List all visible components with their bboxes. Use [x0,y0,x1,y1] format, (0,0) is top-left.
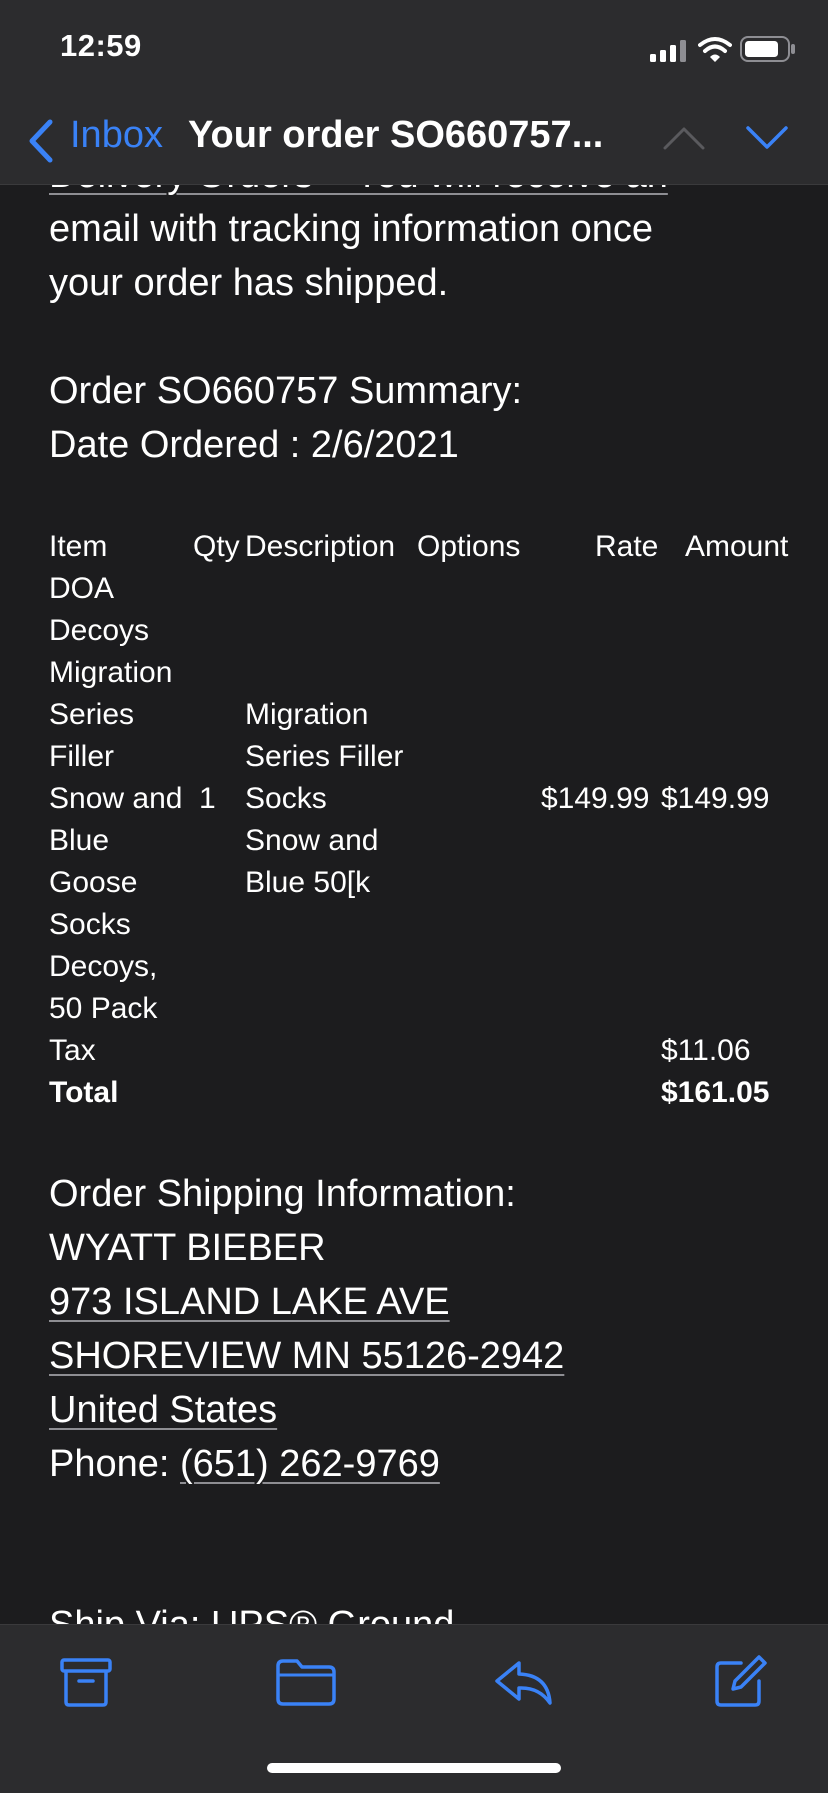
wifi-icon [698,36,732,67]
item-line: Goose [49,866,138,899]
item-line: Blue [49,824,110,857]
folder-icon [275,1657,337,1712]
compose-icon [711,1653,769,1716]
email-subject-title: Your order SO660757... [188,114,604,156]
item-line: Series [49,698,135,731]
amount-value: $149.99 [661,782,770,815]
tax-value: $11.06 [661,1034,751,1067]
back-chevron-icon[interactable] [24,116,58,171]
item-line: Migration [49,656,173,689]
description-line: Blue 50[k [245,866,371,899]
shipping-city: SHOREVIEW MN 55126-2942 [49,1329,789,1383]
battery-icon [740,36,796,67]
header-options: Options [417,530,521,563]
date-ordered: Date Ordered : 2/6/2021 [49,424,459,466]
item-line: 50 Pack [49,992,158,1025]
item-line: Decoys [49,614,150,647]
nav-bar: Inbox Your order SO660757... [0,100,828,185]
tax-label: Tax [49,1034,96,1067]
qty-value: 1 [199,782,216,815]
description-line: Migration [245,698,369,731]
description-line: Series Filler [245,740,404,773]
reply-button[interactable] [489,1649,559,1719]
archive-icon [58,1656,114,1713]
rate-value: $149.99 [541,782,650,815]
header-item: Item [49,530,108,563]
archive-button[interactable] [51,1649,121,1719]
cellular-signal-icon [650,40,690,67]
email-body: Delivery Orders – You will receive an em… [0,0,828,1792]
previous-message-chevron-up-icon[interactable] [662,124,706,157]
item-line: Snow and [49,782,183,815]
description-line: Snow and [245,824,379,857]
item-line: Decoys, [49,950,158,983]
item-line: Socks [49,908,131,941]
header-amount: Amount [685,530,789,563]
next-message-chevron-down-icon[interactable] [745,124,789,157]
total-value: $161.05 [661,1076,770,1109]
shipping-phone: Phone: (651) 262-9769 [49,1437,789,1491]
header-qty: Qty [193,530,240,563]
country-link[interactable]: United States [49,1389,277,1431]
email-text-line: your order has shipped. [49,262,449,304]
order-summary-title: Order SO660757 Summary: [49,370,523,412]
back-button[interactable]: Inbox [70,114,163,157]
home-indicator[interactable] [267,1763,561,1773]
reply-icon [493,1657,555,1712]
street-link[interactable]: 973 ISLAND LAKE AVE [49,1281,450,1323]
shipping-name: WYATT BIEBER [49,1227,326,1269]
shipping-street: 973 ISLAND LAKE AVE [49,1275,789,1329]
shipping-country: United States [49,1383,789,1437]
header-rate: Rate [595,530,659,563]
email-text-line: email with tracking information once [49,208,654,250]
city-link[interactable]: SHOREVIEW MN 55126-2942 [49,1335,564,1377]
status-bar: 12:59 [0,0,828,100]
description-line: Socks [245,782,327,815]
phone-label: Phone: [49,1443,180,1485]
status-time: 12:59 [60,28,142,63]
total-label: Total [49,1076,119,1109]
move-to-folder-button[interactable] [271,1649,341,1719]
item-line: DOA [49,572,115,605]
header-description: Description [245,530,396,563]
item-line: Filler [49,740,114,773]
phone-link[interactable]: (651) 262-9769 [180,1443,440,1485]
compose-button[interactable] [705,1649,775,1719]
shipping-heading: Order Shipping Information: [49,1173,516,1215]
